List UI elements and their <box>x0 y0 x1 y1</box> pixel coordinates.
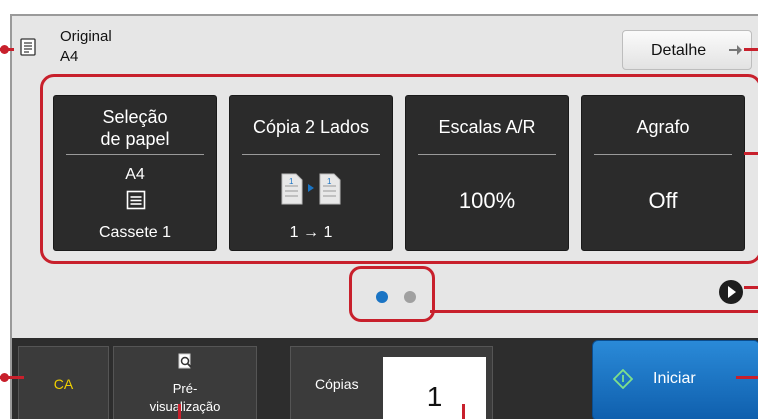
next-page-button[interactable] <box>719 280 743 304</box>
original-label: Original <box>60 28 112 45</box>
duplex-copy-key[interactable]: Cópia 2 Lados 1 1 1 → 1 <box>229 95 393 251</box>
start-button[interactable]: Iniciar <box>592 340 758 419</box>
staple-value: Off <box>648 188 678 213</box>
callout-line <box>462 404 465 419</box>
preview-magnifier-icon <box>178 353 192 369</box>
paper-tray-value: Cassete 1 <box>98 224 172 241</box>
paper-select-title-line1: Seleção <box>102 107 168 127</box>
callout-line <box>430 310 758 313</box>
page-dot-active[interactable] <box>376 291 388 303</box>
callout-dot <box>0 373 9 382</box>
function-keys-panel: Seleção de papel A4 Cassete 1 Cópia 2 La… <box>40 74 758 264</box>
duplex-title: Cópia 2 Lados <box>252 117 370 137</box>
callout-line <box>744 152 758 155</box>
arrow-right-icon <box>729 45 742 55</box>
staple-title: Agrafo <box>636 117 690 137</box>
copies-label: Cópias <box>315 376 359 392</box>
preview-button[interactable]: Pré- visualização <box>113 346 257 419</box>
callout-line <box>744 48 758 51</box>
original-document-icon <box>20 38 36 56</box>
play-arrow-icon <box>728 286 736 298</box>
detail-button-label: Detalhe <box>651 42 707 59</box>
svg-text:1: 1 <box>289 177 294 186</box>
original-size: A4 <box>60 48 79 65</box>
paper-size-value: A4 <box>125 166 145 183</box>
detail-button[interactable]: Detalhe <box>622 30 752 70</box>
copies-input[interactable]: 1 <box>383 357 486 419</box>
clear-all-label: CA <box>53 376 74 392</box>
page-indicator <box>349 266 435 322</box>
scale-title: Escalas A/R <box>438 117 536 137</box>
callout-line <box>744 286 758 289</box>
callout-line <box>736 376 758 379</box>
duplex-value: 1 → 1 <box>289 224 333 241</box>
start-button-label: Iniciar <box>653 370 696 387</box>
callout-line <box>178 404 181 419</box>
paper-tray-icon <box>126 190 146 210</box>
clear-all-button[interactable]: CA <box>18 346 109 419</box>
scale-key[interactable]: Escalas A/R 100% <box>405 95 569 251</box>
preview-label-line1: Pré- <box>172 381 198 396</box>
preview-label-line2: visualização <box>149 399 221 414</box>
paper-select-key[interactable]: Seleção de papel A4 Cassete 1 <box>53 95 217 251</box>
duplex-icon: 1 1 <box>281 173 341 205</box>
svg-text:1: 1 <box>327 177 332 186</box>
page-dot-inactive[interactable] <box>404 291 416 303</box>
scale-value: 100% <box>458 188 516 213</box>
copy-screen: Original A4 Detalhe Seleção de papel A4 … <box>10 14 758 419</box>
bottom-action-bar: CA Pré- visualização Cópias 1 Iniciar <box>12 338 758 419</box>
paper-select-title-line2: de papel <box>100 129 170 149</box>
callout-dot <box>0 45 9 54</box>
staple-key[interactable]: Agrafo Off <box>581 95 745 251</box>
start-diamond-icon <box>613 369 633 389</box>
